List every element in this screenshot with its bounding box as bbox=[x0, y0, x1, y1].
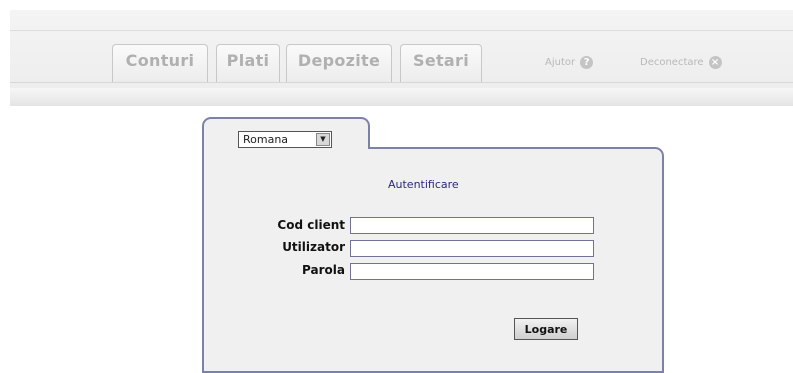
client-code-label: Cod client bbox=[277, 218, 345, 232]
language-select[interactable]: Romana ▼ bbox=[238, 131, 332, 148]
close-icon: × bbox=[708, 56, 722, 69]
username-label: Utilizator bbox=[282, 240, 345, 254]
logout-link[interactable]: Deconectare × bbox=[640, 56, 722, 69]
help-label: Ajutor bbox=[545, 57, 576, 68]
language-value: Romana bbox=[243, 133, 289, 146]
help-link[interactable]: Ajutor ? bbox=[545, 56, 594, 69]
password-field[interactable] bbox=[350, 263, 594, 280]
help-icon: ? bbox=[580, 56, 594, 69]
tab-conturi[interactable]: Conturi bbox=[112, 44, 208, 82]
tab-plati[interactable]: Plati bbox=[216, 44, 280, 82]
chevron-down-icon[interactable]: ▼ bbox=[316, 133, 330, 146]
login-heading: Autentificare bbox=[388, 178, 459, 191]
password-label: Parola bbox=[302, 263, 345, 277]
username-field[interactable] bbox=[350, 240, 594, 257]
client-code-field[interactable] bbox=[350, 217, 594, 234]
tab-depozite[interactable]: Depozite bbox=[286, 44, 392, 82]
nav-sub-stripe bbox=[10, 88, 793, 106]
tab-setari[interactable]: Setari bbox=[400, 44, 482, 82]
login-button[interactable]: Logare bbox=[514, 318, 578, 340]
logout-label: Deconectare bbox=[640, 57, 704, 68]
nav-divider-top bbox=[10, 30, 793, 31]
nav-divider-bottom bbox=[10, 82, 793, 83]
